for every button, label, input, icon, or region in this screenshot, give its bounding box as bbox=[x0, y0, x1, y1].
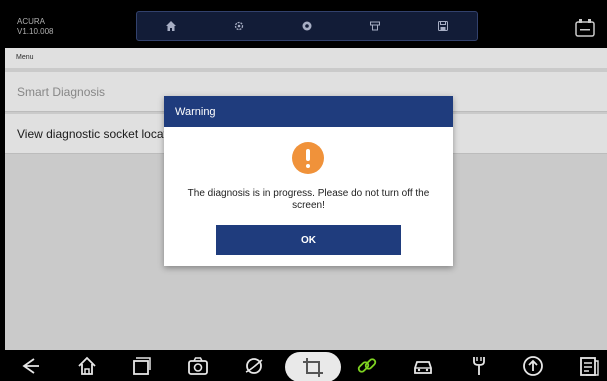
bottom-nav-bar bbox=[0, 350, 607, 381]
dialog-title: Warning bbox=[164, 96, 453, 127]
ok-button[interactable]: OK bbox=[216, 225, 401, 255]
document-button[interactable] bbox=[578, 355, 600, 377]
warning-icon bbox=[292, 142, 324, 174]
recent-apps-icon bbox=[133, 357, 151, 375]
camera-button[interactable] bbox=[187, 355, 209, 377]
tool-button[interactable] bbox=[468, 355, 490, 377]
browser-icon bbox=[245, 358, 263, 374]
document-icon bbox=[580, 357, 599, 376]
upload-icon bbox=[523, 356, 543, 376]
recent-apps-button[interactable] bbox=[130, 355, 152, 377]
home-button[interactable] bbox=[76, 355, 98, 377]
home-icon bbox=[78, 356, 96, 375]
link-icon bbox=[357, 358, 377, 373]
vehicle-button[interactable] bbox=[412, 355, 434, 377]
warning-dialog: Warning The diagnosis is in progress. Pl… bbox=[164, 96, 453, 266]
browser-button[interactable] bbox=[243, 355, 265, 377]
tool-icon bbox=[473, 357, 485, 375]
car-icon bbox=[414, 361, 432, 374]
back-button[interactable] bbox=[20, 355, 42, 377]
back-icon bbox=[22, 358, 39, 374]
crop-icon bbox=[303, 358, 323, 377]
link-button[interactable] bbox=[356, 355, 378, 377]
camera-icon bbox=[188, 357, 208, 375]
dialog-message: The diagnosis is in progress. Please do … bbox=[187, 188, 430, 211]
upload-button[interactable] bbox=[522, 355, 544, 377]
crop-button[interactable] bbox=[285, 352, 341, 381]
